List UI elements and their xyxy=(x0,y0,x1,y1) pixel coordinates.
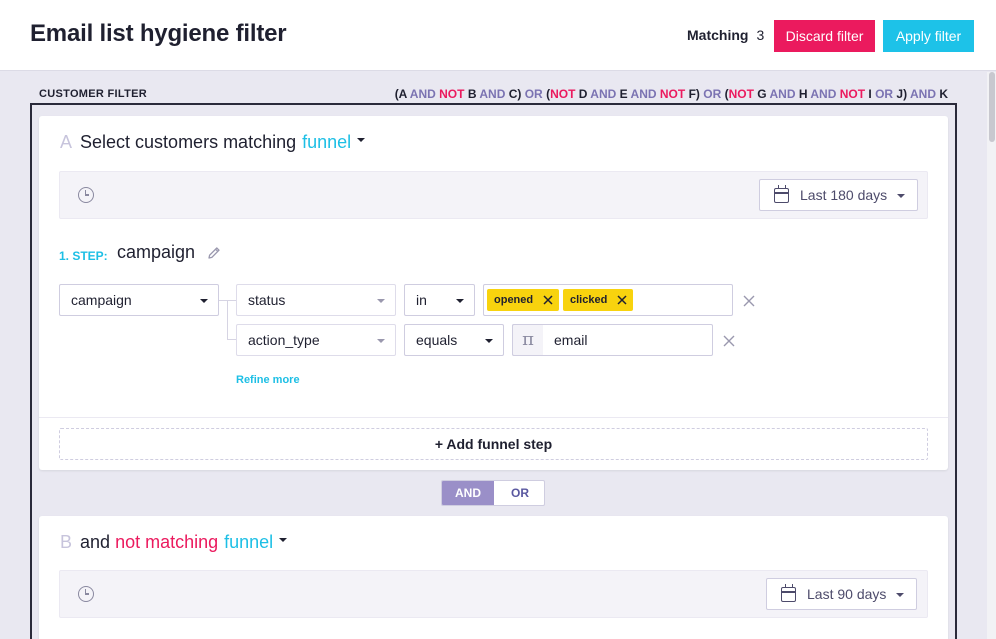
caret-down-icon xyxy=(200,299,208,303)
expression-token: K xyxy=(939,87,948,101)
card-a-letter: A xyxy=(60,132,73,152)
step-name: campaign xyxy=(117,242,196,262)
card-a-heading: A Select customers matching funnel xyxy=(60,132,366,153)
step-label: 1. STEP: xyxy=(59,249,108,263)
card-a-type-dropdown[interactable]: funnel xyxy=(302,132,366,152)
scrollbar-thumb[interactable] xyxy=(989,72,995,142)
tag-label: clicked xyxy=(570,294,608,306)
expression-token: AND xyxy=(909,87,940,101)
card-a-date-range-button[interactable]: Last 180 days xyxy=(759,179,918,211)
caret-down-icon xyxy=(896,593,904,597)
expression-token: AND xyxy=(810,87,840,101)
operator-select-equals[interactable]: equals xyxy=(404,324,504,356)
expression-token: NOT xyxy=(439,87,468,101)
apply-filter-button[interactable]: Apply filter xyxy=(883,20,974,52)
caret-down-icon xyxy=(279,538,288,543)
caret-down-icon xyxy=(377,299,385,303)
card-b-heading: Band not matching funnel xyxy=(60,532,288,553)
clock-icon xyxy=(78,586,94,602)
and-or-toggle: AND OR xyxy=(441,480,545,506)
remove-condition-icon[interactable] xyxy=(723,335,735,347)
operator-select-value: in xyxy=(416,292,427,308)
caret-down-icon xyxy=(456,299,464,303)
expression-token: G xyxy=(757,87,770,101)
operator-select-in[interactable]: in xyxy=(404,284,475,316)
close-icon[interactable] xyxy=(542,294,554,306)
card-b-type-dropdown[interactable]: funnel xyxy=(224,532,288,552)
tag-label: opened xyxy=(494,294,534,306)
caret-down-icon xyxy=(485,339,493,343)
card-b-type-label: funnel xyxy=(224,532,274,552)
add-funnel-step-button[interactable]: + Add funnel step xyxy=(59,428,928,460)
matching-label: Matching xyxy=(687,27,749,43)
card-b-time-bar: Last 90 days xyxy=(59,570,928,618)
card-b-letter: B xyxy=(60,532,73,552)
customer-filter-label: CUSTOMER FILTER xyxy=(39,88,147,100)
tag-opened: opened xyxy=(487,289,559,311)
refine-more-link[interactable]: Refine more xyxy=(236,374,300,386)
close-icon[interactable] xyxy=(616,294,628,306)
clock-icon xyxy=(78,187,94,203)
calendar-icon xyxy=(781,584,796,602)
expression-token: OR xyxy=(524,87,547,101)
filter-expression: (A AND NOT B AND C) OR (NOT D AND E AND … xyxy=(395,87,948,101)
expression-token: B xyxy=(467,87,480,101)
operator-select-value: equals xyxy=(416,332,458,348)
filter-card-a: A Select customers matching funnel Last 18… xyxy=(39,116,948,470)
expression-token: AND xyxy=(409,87,440,101)
property-select-action-type[interactable]: action_type xyxy=(236,324,396,356)
remove-condition-icon[interactable] xyxy=(743,295,755,307)
card-b-heading-prefix: and xyxy=(80,532,111,552)
and-option[interactable]: AND xyxy=(442,481,494,505)
page-title: Email list hygiene filter xyxy=(30,20,287,47)
matching-indicator: Matching 3 xyxy=(687,27,764,43)
card-a-date-range-label: Last 180 days xyxy=(800,187,888,203)
expression-token: AND xyxy=(590,87,620,101)
card-b-date-range-button[interactable]: Last 90 days xyxy=(766,578,917,610)
expression-token: AND xyxy=(479,87,509,101)
card-divider xyxy=(39,417,948,418)
expression-token: F) xyxy=(688,87,704,101)
card-a-type-label: funnel xyxy=(302,132,352,152)
expression-token: OR xyxy=(703,87,725,101)
event-select-value: campaign xyxy=(71,292,132,308)
expression-token: (A xyxy=(394,87,410,101)
event-select[interactable]: campaign xyxy=(59,284,219,316)
card-b-negation[interactable]: not matching xyxy=(115,532,218,552)
value-input-text: email xyxy=(554,332,588,348)
card-b-date-range-label: Last 90 days xyxy=(807,586,887,602)
expression-token: NOT xyxy=(659,87,689,101)
property-select-value: action_type xyxy=(248,332,320,348)
expression-token: NOT xyxy=(550,87,579,101)
expression-token: J) xyxy=(896,87,910,101)
expression-token: OR xyxy=(875,87,897,101)
tag-input[interactable]: opened clicked xyxy=(483,284,733,316)
expression-token: C) xyxy=(508,87,525,101)
or-option[interactable]: OR xyxy=(494,481,544,505)
expression-token: E xyxy=(619,87,631,101)
card-a-time-bar: Last 180 days xyxy=(59,171,928,219)
scrollbar[interactable] xyxy=(987,72,996,639)
tag-clicked: clicked xyxy=(563,289,633,311)
filter-card-b: Band not matching funnel Last 90 days xyxy=(39,516,948,639)
expression-token: NOT xyxy=(839,87,869,101)
expression-token: D xyxy=(578,87,591,101)
property-select-value: status xyxy=(248,292,286,308)
pencil-icon[interactable] xyxy=(207,246,221,260)
property-select-status[interactable]: status xyxy=(236,284,396,316)
caret-down-icon xyxy=(377,339,385,343)
calendar-icon xyxy=(774,185,789,203)
page-header: Email list hygiene filter Matching 3 Disc… xyxy=(0,0,996,71)
caret-down-icon xyxy=(897,194,905,198)
text-type-icon[interactable]: π xyxy=(512,324,543,356)
expression-token: H xyxy=(798,87,811,101)
matching-count: 3 xyxy=(756,27,765,43)
expression-token: NOT xyxy=(728,87,758,101)
card-a-heading-text: Select customers matching xyxy=(80,132,297,152)
discard-filter-button[interactable]: Discard filter xyxy=(774,20,875,52)
expression-token: AND xyxy=(630,87,660,101)
expression-token: AND xyxy=(769,87,799,101)
caret-down-icon xyxy=(357,138,366,143)
